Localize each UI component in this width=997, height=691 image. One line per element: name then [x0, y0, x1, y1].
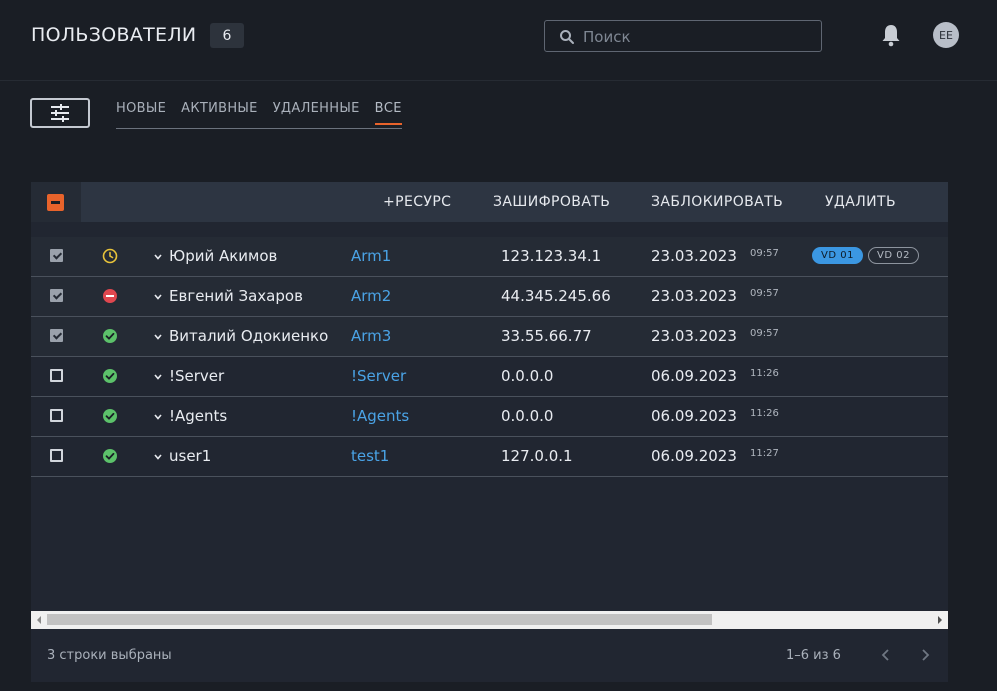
date: 06.09.2023: [651, 367, 737, 385]
status-tabs: НОВЫЕ АКТИВНЫЕ УДАЛЕННЫЕ ВСЕ: [116, 99, 402, 129]
ip-address: 127.0.0.1: [501, 447, 573, 465]
add-resource-button[interactable]: +РЕСУРС: [383, 182, 451, 222]
chevron-down-icon: [154, 413, 162, 420]
search-icon: [560, 30, 574, 44]
time: 11:26: [750, 408, 779, 419]
date: 06.09.2023: [651, 447, 737, 465]
arm-link[interactable]: Arm2: [351, 277, 391, 315]
user-name: Юрий Акимов: [169, 247, 278, 265]
arm-link[interactable]: Arm1: [351, 237, 391, 275]
notification-bell-icon[interactable]: [879, 23, 903, 47]
select-all-cell: [31, 182, 81, 222]
user-name-cell[interactable]: !Agents: [154, 397, 227, 436]
row-checkbox[interactable]: [50, 329, 63, 342]
table-row[interactable]: Евгений Захаров Arm2 44.345.245.66 23.03…: [31, 277, 948, 317]
date: 06.09.2023: [651, 407, 737, 425]
resource-tag[interactable]: VD 02: [868, 247, 919, 264]
chevron-down-icon: [154, 333, 162, 340]
table-row[interactable]: Виталий Одокиенко Arm3 33.55.66.77 23.03…: [31, 317, 948, 357]
scroll-right-icon[interactable]: [938, 616, 942, 624]
date: 23.03.2023: [651, 327, 737, 345]
user-avatar[interactable]: EE: [933, 22, 959, 48]
date: 23.03.2023: [651, 287, 737, 305]
time: 09:57: [750, 248, 779, 259]
tab-deleted[interactable]: УДАЛЕННЫЕ: [273, 99, 360, 125]
clock-icon: [102, 248, 118, 264]
time: 11:27: [750, 448, 779, 459]
delete-button[interactable]: УДАЛИТЬ: [825, 182, 896, 222]
block-button[interactable]: ЗАБЛОКИРОВАТЬ: [651, 182, 783, 222]
select-all-checkbox[interactable]: [47, 194, 64, 211]
ip-address: 123.123.34.1: [501, 247, 602, 265]
arm-link[interactable]: !Server: [351, 357, 406, 395]
user-name-cell[interactable]: Юрий Акимов: [154, 237, 277, 276]
chevron-down-icon: [154, 373, 162, 380]
scroll-left-icon[interactable]: [37, 616, 41, 624]
chevron-down-icon: [154, 453, 162, 460]
row-checkbox[interactable]: [50, 409, 63, 422]
chevron-right-icon[interactable]: [920, 648, 930, 662]
blocked-icon: [103, 289, 117, 303]
user-name: user1: [169, 447, 212, 465]
check-circle-icon: [103, 329, 117, 343]
pagination-range: 1–6 из 6: [786, 648, 841, 663]
date: 23.03.2023: [651, 247, 737, 265]
users-table-panel: +РЕСУРС ЗАШИФРОВАТЬ ЗАБЛОКИРОВАТЬ УДАЛИТ…: [31, 182, 948, 682]
tab-all[interactable]: ВСЕ: [374, 99, 402, 125]
tab-active[interactable]: АКТИВНЫЕ: [181, 99, 258, 125]
user-name: !Agents: [169, 407, 228, 425]
top-bar: ПОЛЬЗОВАТЕЛИ 6 EE: [0, 0, 997, 81]
ip-address: 44.345.245.66: [501, 287, 611, 305]
chevron-left-icon[interactable]: [881, 648, 891, 662]
table-row[interactable]: Юрий Акимов Arm1 123.123.34.1 23.03.2023…: [31, 237, 948, 277]
check-circle-icon: [103, 449, 117, 463]
ip-address: 0.0.0.0: [501, 367, 554, 385]
scrollbar-thumb[interactable]: [47, 614, 712, 625]
resource-tag[interactable]: VD 01: [812, 247, 863, 264]
check-circle-icon: [103, 369, 117, 383]
user-name: !Server: [169, 367, 225, 385]
search-box[interactable]: [544, 20, 822, 52]
users-count-badge: 6: [210, 23, 244, 48]
check-circle-icon: [103, 409, 117, 423]
selection-status: 3 строки выбраны: [47, 648, 172, 663]
table-row[interactable]: user1 test1 127.0.0.1 06.09.2023 11:27: [31, 437, 948, 477]
sliders-icon: [51, 104, 69, 122]
arm-link[interactable]: Arm3: [351, 317, 391, 355]
filter-settings-button[interactable]: [30, 98, 90, 128]
tab-new[interactable]: НОВЫЕ: [116, 99, 166, 125]
encrypt-button[interactable]: ЗАШИФРОВАТЬ: [493, 182, 610, 222]
chevron-down-icon: [154, 293, 162, 300]
horizontal-scrollbar[interactable]: [31, 611, 948, 629]
row-checkbox[interactable]: [50, 369, 63, 382]
user-name: Евгений Захаров: [169, 287, 303, 305]
bulk-action-bar: +РЕСУРС ЗАШИФРОВАТЬ ЗАБЛОКИРОВАТЬ УДАЛИТ…: [31, 182, 948, 222]
table-row[interactable]: !Server !Server 0.0.0.0 06.09.2023 11:26: [31, 357, 948, 397]
user-name-cell[interactable]: !Server: [154, 357, 224, 396]
arm-link[interactable]: test1: [351, 437, 389, 475]
search-input[interactable]: [581, 25, 815, 49]
time: 09:57: [750, 328, 779, 339]
time: 11:26: [750, 368, 779, 379]
arm-link[interactable]: !Agents: [351, 397, 409, 435]
row-checkbox[interactable]: [50, 249, 63, 262]
user-name-cell[interactable]: user1: [154, 437, 211, 476]
row-checkbox[interactable]: [50, 289, 63, 302]
page-title: ПОЛЬЗОВАТЕЛИ: [31, 24, 197, 46]
ip-address: 33.55.66.77: [501, 327, 592, 345]
time: 09:57: [750, 288, 779, 299]
user-name-cell[interactable]: Виталий Одокиенко: [154, 317, 328, 356]
ip-address: 0.0.0.0: [501, 407, 554, 425]
chevron-down-icon: [154, 253, 162, 260]
row-checkbox[interactable]: [50, 449, 63, 462]
table-row[interactable]: !Agents !Agents 0.0.0.0 06.09.2023 11:26: [31, 397, 948, 437]
user-name: Виталий Одокиенко: [169, 327, 329, 345]
user-name-cell[interactable]: Евгений Захаров: [154, 277, 303, 316]
